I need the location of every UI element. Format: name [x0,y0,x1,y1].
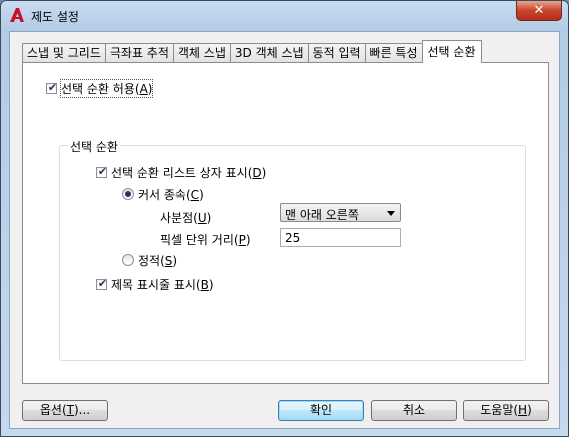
tab-dynamic-input[interactable]: 동적 입력 [307,43,365,63]
pixel-distance-label: 픽셀 단위 거리(P) [160,233,251,247]
static-label[interactable]: 정적(S) [138,252,177,269]
allow-cycling-checkbox[interactable]: ✔ [46,81,58,94]
pixel-distance-value: 25 [285,231,301,245]
pixel-distance-input[interactable]: 25 [280,228,401,247]
check-icon: ✔ [97,277,108,290]
help-button[interactable]: 도움말(H) [463,400,549,421]
tab-object-snap[interactable]: 객체 스냅 [172,43,230,63]
static-radio[interactable] [122,254,134,266]
quadrant-select[interactable]: 맨 아래 오른쪽 [280,203,401,222]
tab-panel: ✔ 선택 순환 허용(A) 선택 순환 ✔ 선택 순환 리스트 상자 표시(D)… [22,62,549,384]
show-list-box-checkbox[interactable]: ✔ [96,165,108,178]
group-title: 선택 순환 [68,138,120,155]
tab-snap-grid[interactable]: 스냅 및 그리드 [22,43,105,63]
quadrant-label: 사분점(U) [160,211,212,225]
tab-selection-cycling[interactable]: 선택 순환 [421,40,482,63]
show-list-box-label[interactable]: 선택 순환 리스트 상자 표시(D) [111,164,266,181]
cursor-dependent-label[interactable]: 커서 종속(C) [138,186,204,203]
cursor-dependent-radio[interactable] [122,188,134,200]
check-icon: ✔ [47,81,58,94]
tab-polar-tracking[interactable]: 극좌표 추적 [104,43,173,63]
close-icon: ✕ [533,3,545,18]
quadrant-value: 맨 아래 오른쪽 [285,208,359,222]
dialog-window: 제도 설정 ✕ 스냅 및 그리드 극좌표 추적 객체 스냅 3D 객체 스냅 동… [0,0,569,437]
cancel-button[interactable]: 취소 [371,400,457,421]
autocad-logo-icon [10,8,24,22]
tab-3d-object-snap[interactable]: 3D 객체 스냅 [229,43,308,63]
selection-cycling-group: 선택 순환 ✔ 선택 순환 리스트 상자 표시(D) 커서 종속(C) 사분점(… [59,138,526,361]
tab-quick-properties[interactable]: 빠른 특성 [364,43,422,63]
ok-button[interactable]: 확인 [278,400,364,421]
allow-cycling-label[interactable]: 선택 순환 허용(A) [59,79,154,98]
options-button[interactable]: 옵션(T)... [22,400,108,421]
close-button[interactable]: ✕ [516,1,562,21]
check-icon: ✔ [97,165,108,178]
radio-dot-icon [125,191,131,197]
show-title-bar-label[interactable]: 제목 표시줄 표시(B) [111,276,214,293]
dropdown-arrow-icon [387,211,395,216]
dialog-client: 스냅 및 그리드 극좌표 추적 객체 스냅 3D 객체 스냅 동적 입력 빠른 … [9,31,560,429]
tab-strip: 스냅 및 그리드 극좌표 추적 객체 스냅 3D 객체 스냅 동적 입력 빠른 … [22,40,482,63]
title-bar[interactable]: 제도 설정 ✕ [1,1,568,31]
show-title-bar-checkbox[interactable]: ✔ [96,277,108,290]
window-title: 제도 설정 [31,10,79,24]
